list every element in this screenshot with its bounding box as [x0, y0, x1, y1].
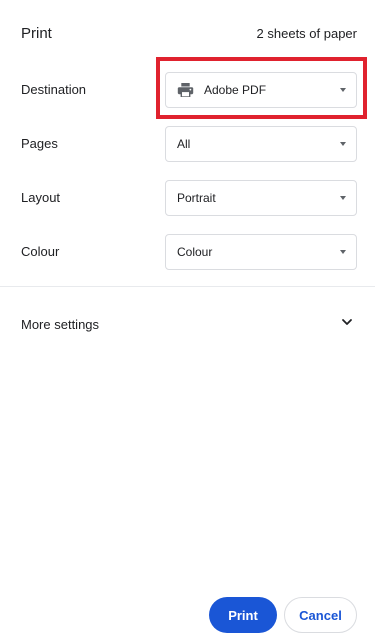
section-divider [0, 286, 375, 287]
layout-value: Portrait [177, 191, 216, 205]
destination-label: Destination [21, 82, 87, 97]
pages-label: Pages [21, 136, 58, 151]
chevron-down-icon [342, 319, 352, 325]
cancel-button[interactable]: Cancel [284, 597, 357, 633]
page-title: Print [21, 25, 52, 42]
dropdown-caret-icon [340, 250, 346, 254]
more-settings-toggle[interactable]: More settings [0, 300, 375, 348]
layout-select[interactable]: Portrait [165, 180, 357, 216]
destination-highlight-box [156, 57, 367, 119]
print-button[interactable]: Print [209, 597, 277, 633]
colour-value: Colour [177, 245, 213, 259]
dropdown-caret-icon [340, 196, 346, 200]
dropdown-caret-icon [340, 142, 346, 146]
colour-select[interactable]: Colour [165, 234, 357, 270]
sheet-count: 2 sheets of paper [256, 26, 357, 41]
pages-select[interactable]: All [165, 126, 357, 162]
colour-label: Colour [21, 244, 60, 259]
more-settings-label: More settings [21, 317, 100, 332]
layout-label: Layout [21, 190, 61, 205]
pages-value: All [177, 137, 191, 151]
